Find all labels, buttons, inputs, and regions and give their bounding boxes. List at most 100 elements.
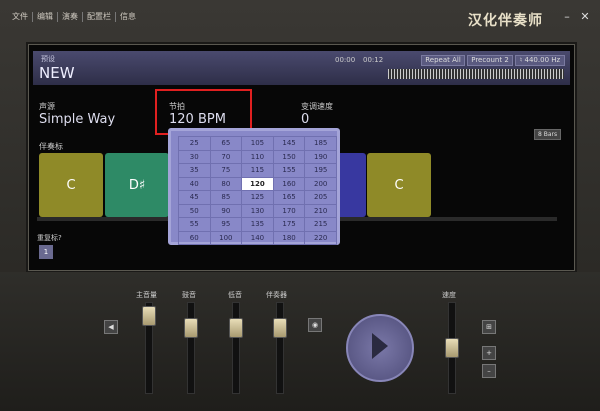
chord-block[interactable]: C <box>39 153 103 217</box>
menu-file[interactable]: 文件 <box>8 12 33 22</box>
keyboard-strip <box>388 69 564 79</box>
source-value[interactable]: Simple Way <box>39 112 115 127</box>
accomp-slider[interactable] <box>276 302 284 394</box>
tempo-cell[interactable]: 180 <box>272 230 306 245</box>
preset-name[interactable]: NEW <box>39 64 75 82</box>
tempo-cell[interactable]: 25 <box>178 136 211 151</box>
tempo-row: 60 100 140 180 220 <box>178 230 337 245</box>
menu-edit[interactable]: 编辑 <box>33 12 58 22</box>
app-window: 文件 编辑 演奏 配置栏 信息 汉化伴奏师 – ✕ 预设 NEW 00:00 0… <box>0 0 600 411</box>
menu-bar: 文件 编辑 演奏 配置栏 信息 <box>8 12 140 22</box>
tempo-speed-label: 速度 <box>442 291 456 299</box>
accomp-eye-icon[interactable]: ◉ <box>308 318 322 332</box>
speed-value[interactable]: 0 <box>301 112 309 127</box>
tempo-cell[interactable]: 155 <box>272 163 306 178</box>
tempo-cell[interactable]: 125 <box>241 190 274 205</box>
tempo-cell[interactable]: 35 <box>178 163 211 178</box>
mixer-panel <box>0 272 600 411</box>
repeat-label: 重复标? <box>37 234 62 242</box>
repeat-value[interactable]: 1 <box>39 245 53 259</box>
menu-info[interactable]: 信息 <box>116 12 140 22</box>
tempo-cell[interactable]: 145 <box>272 136 306 151</box>
bass-knob[interactable] <box>184 318 198 338</box>
tempo-cell[interactable]: 220 <box>304 230 337 245</box>
tempo-cell[interactable]: 135 <box>241 217 274 232</box>
tempo-cell[interactable]: 75 <box>209 163 243 178</box>
accomp-mixer-label: 伴奏器 <box>266 291 287 299</box>
preset-header: 预设 NEW 00:00 00:12 Repeat All Precount 2… <box>33 51 570 85</box>
tempo-cell[interactable]: 160 <box>272 176 306 191</box>
tempo-cell[interactable]: 95 <box>209 217 243 232</box>
time-end: 00:12 <box>363 56 384 64</box>
app-title: 汉化伴奏师 <box>468 13 543 29</box>
tempo-row: 50 90 130 170 210 <box>178 203 337 218</box>
tempo-cell[interactable]: 45 <box>178 190 211 205</box>
tempo-cell[interactable]: 140 <box>241 230 274 245</box>
preset-label: 预设 <box>41 55 55 63</box>
tempo-speed-knob[interactable] <box>445 338 459 358</box>
speed-reset-icon[interactable]: ⊞ <box>482 320 496 334</box>
tempo-cell[interactable]: 190 <box>304 149 337 164</box>
speed-minus-button[interactable]: – <box>482 364 496 378</box>
tempo-cell[interactable]: 105 <box>241 136 274 151</box>
tempo-row: 25 65 105 145 185 <box>178 136 337 151</box>
tempo-cell[interactable]: 165 <box>272 190 306 205</box>
close-icon[interactable]: ✕ <box>578 10 592 23</box>
tempo-cell[interactable]: 170 <box>272 203 306 218</box>
tempo-cell[interactable]: 150 <box>272 149 306 164</box>
tempo-cell[interactable]: 55 <box>178 217 211 232</box>
precount-button[interactable]: Precount 2 <box>467 55 513 66</box>
drums-slider[interactable] <box>232 302 240 394</box>
speed-plus-button[interactable]: + <box>482 346 496 360</box>
tempo-row: 45 85 125 165 205 <box>178 190 337 205</box>
tempo-cell[interactable]: 90 <box>209 203 243 218</box>
main-mute-icon[interactable]: ◀ <box>104 320 118 334</box>
tempo-cell[interactable]: 50 <box>178 203 211 218</box>
tempo-cell[interactable]: 40 <box>178 176 211 191</box>
bass-slider[interactable] <box>187 302 195 394</box>
tempo-cell[interactable]: 85 <box>209 190 243 205</box>
speed-label: 变调速度 <box>301 102 333 111</box>
tempo-cell[interactable]: 110 <box>241 149 274 164</box>
tempo-row: 35 75 115 155 195 <box>178 163 337 178</box>
tempo-picker: 25 65 105 145 185 30 70 110 150 190 35 75 115 155 195 4… <box>168 128 340 245</box>
source-label: 声源 <box>39 102 55 111</box>
tempo-cell[interactable]: 100 <box>209 230 243 245</box>
main-volume-knob[interactable] <box>142 306 156 326</box>
tempo-cell[interactable]: 115 <box>241 163 274 178</box>
accomp-knob[interactable] <box>273 318 287 338</box>
menu-config[interactable]: 配置栏 <box>83 12 116 22</box>
bass-label: 鼓音 <box>182 291 196 299</box>
tempo-cell[interactable]: 205 <box>304 190 337 205</box>
tempo-cell[interactable]: 200 <box>304 176 337 191</box>
tempo-cell[interactable]: 60 <box>178 230 211 245</box>
tempo-cell[interactable]: 175 <box>272 217 306 232</box>
chord-block[interactable]: D♯ <box>105 153 169 217</box>
menu-play[interactable]: 演奏 <box>58 12 83 22</box>
chord-block[interactable]: C <box>367 153 431 217</box>
drums-label: 低音 <box>228 291 242 299</box>
tempo-row: 55 95 135 175 215 <box>178 217 337 232</box>
tempo-cell[interactable]: 80 <box>209 176 243 191</box>
tempo-cell[interactable]: 185 <box>304 136 337 151</box>
tempo-cell[interactable]: 195 <box>304 163 337 178</box>
tempo-cell[interactable]: 120 <box>241 176 274 191</box>
tempo-cell[interactable]: 215 <box>304 217 337 232</box>
tempo-row: 30 70 110 150 190 <box>178 149 337 164</box>
tempo-row: 40 80 120 160 200 <box>178 176 337 191</box>
tempo-cell[interactable]: 210 <box>304 203 337 218</box>
main-volume-label: 主音量 <box>136 291 157 299</box>
tempo-cell[interactable]: 70 <box>209 149 243 164</box>
bars-badge[interactable]: 8 Bars <box>534 129 562 140</box>
minimize-icon[interactable]: – <box>560 10 574 23</box>
tempo-table: 25 65 105 145 185 30 70 110 150 190 35 75 115 155 195 4… <box>178 136 337 245</box>
drums-knob[interactable] <box>229 318 243 338</box>
tempo-cell[interactable]: 30 <box>178 149 211 164</box>
time-start: 00:00 <box>335 56 356 64</box>
tuning-button[interactable]: ♮ 440.00 Hz <box>515 55 565 66</box>
play-icon <box>372 333 388 359</box>
tempo-cell[interactable]: 65 <box>209 136 243 151</box>
title-bar: 文件 编辑 演奏 配置栏 信息 汉化伴奏师 – ✕ <box>0 0 600 40</box>
tempo-cell[interactable]: 130 <box>241 203 274 218</box>
repeat-all-button[interactable]: Repeat All <box>421 55 465 66</box>
